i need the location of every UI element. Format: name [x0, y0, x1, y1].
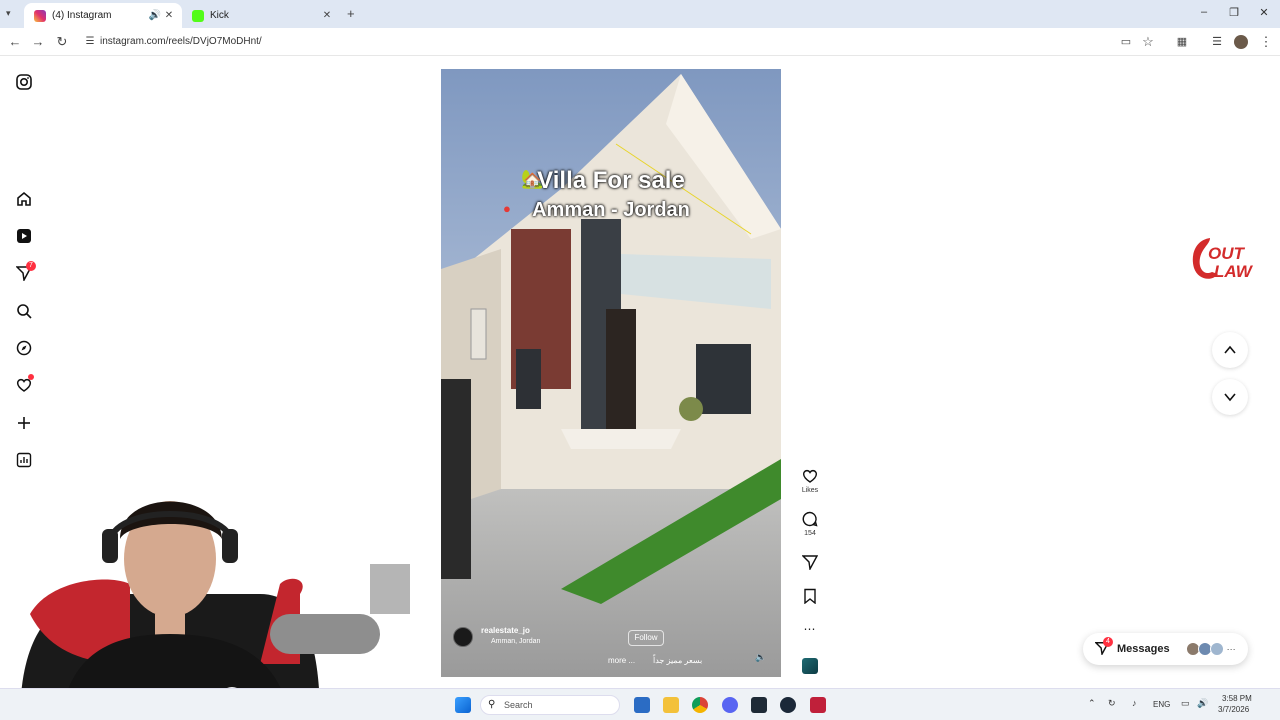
- terminal-icon[interactable]: [751, 697, 767, 713]
- mute-icon[interactable]: 🔈: [755, 652, 766, 663]
- tab-close-icon[interactable]: ✕: [162, 10, 176, 21]
- villa-photo: [441, 69, 781, 677]
- install-app-icon[interactable]: ▭: [1118, 34, 1134, 50]
- taskbar-search[interactable]: ⚲ Search: [480, 695, 620, 715]
- extensions-icon[interactable]: ▦: [1174, 34, 1190, 50]
- reels-icon[interactable]: [14, 226, 34, 246]
- tab-audio-icon[interactable]: 🔊: [148, 10, 162, 21]
- site-info-icon[interactable]: ☰: [82, 34, 98, 50]
- tab-instagram[interactable]: (4) Instagram 🔊 ✕: [24, 3, 182, 28]
- save-action[interactable]: [800, 588, 820, 604]
- message-avatars: [1185, 642, 1224, 656]
- more-options-action[interactable]: ⋯: [800, 622, 820, 636]
- minimize-button[interactable]: –: [1194, 6, 1214, 18]
- share-action[interactable]: [800, 554, 820, 570]
- taskbar-search-icon: ⚲: [488, 699, 496, 710]
- activity-dot: [28, 374, 34, 380]
- more-avatars-icon: ⋯: [1226, 643, 1236, 654]
- bookmark-icon[interactable]: [802, 588, 818, 604]
- next-reel-button[interactable]: [1212, 379, 1248, 415]
- messages-label: Messages: [1117, 643, 1170, 655]
- messages-button[interactable]: 4 Messages ⋯: [1083, 633, 1248, 665]
- chrome-icon[interactable]: [692, 697, 708, 713]
- chevron-up-icon: [1224, 345, 1236, 354]
- create-icon[interactable]: [14, 413, 34, 433]
- audio-track-icon[interactable]: [802, 658, 818, 674]
- bookmark-star-icon[interactable]: ☆: [1140, 34, 1156, 50]
- reel-video[interactable]: Villa For sale Amman - Jordan 🏡 ● reales…: [441, 69, 781, 677]
- reload-icon[interactable]: ↻: [54, 34, 70, 50]
- browser-menu-icon[interactable]: ⋮: [1258, 34, 1274, 50]
- new-tab-button[interactable]: +: [347, 6, 355, 21]
- app-icon[interactable]: [810, 697, 826, 713]
- heart-icon[interactable]: [802, 468, 818, 484]
- reel-location[interactable]: Amman, Jordan: [491, 638, 540, 645]
- likes-label: Likes: [801, 487, 819, 494]
- maximize-button[interactable]: ❐: [1224, 6, 1244, 19]
- steam-icon[interactable]: [780, 697, 796, 713]
- clock-time[interactable]: 3:58 PM: [1222, 694, 1252, 703]
- webcam-overlay: [0, 484, 416, 720]
- browser-tab-bar: ▾ (4) Instagram 🔊 ✕ Kick ✕ + – ❐ ✕: [0, 0, 1280, 28]
- dashboard-icon[interactable]: [14, 450, 34, 470]
- notification-badge: 7: [26, 261, 36, 271]
- taskbar-search-label: Search: [504, 700, 533, 710]
- tab-title: Kick: [210, 10, 229, 21]
- comment-icon[interactable]: [802, 511, 818, 527]
- tray-display-icon[interactable]: ▭: [1181, 698, 1190, 709]
- instagram-logo-icon[interactable]: [14, 72, 34, 92]
- messages-badge: 4: [1103, 637, 1113, 647]
- store-icon[interactable]: [634, 697, 650, 713]
- like-action[interactable]: Likes: [800, 468, 820, 494]
- start-windows-icon[interactable]: [455, 697, 471, 713]
- media-controls-icon[interactable]: ☰: [1209, 34, 1225, 50]
- comments-count: 154: [804, 530, 816, 537]
- tab-close-icon[interactable]: ✕: [320, 10, 334, 21]
- more-icon[interactable]: ⋯: [804, 622, 817, 636]
- tray-chevron-icon[interactable]: ⌃: [1088, 698, 1096, 709]
- chevron-down-icon: [1224, 393, 1236, 402]
- tray-network-icon[interactable]: ↻: [1108, 698, 1116, 709]
- explore-icon[interactable]: [14, 338, 34, 358]
- close-window-button[interactable]: ✕: [1254, 6, 1274, 19]
- messages-send-icon: 4: [1094, 637, 1113, 657]
- previous-reel-button[interactable]: [1212, 332, 1248, 368]
- logo-line1: OUT: [1208, 244, 1246, 263]
- outlaw-logo: OUT LAW: [1192, 238, 1254, 281]
- heart-notifications-icon[interactable]: [14, 374, 34, 395]
- tab-title: (4) Instagram: [52, 10, 112, 21]
- forward-icon[interactable]: →: [30, 34, 46, 50]
- tray-mic-icon[interactable]: ♪: [1132, 698, 1137, 708]
- creator-avatar[interactable]: [453, 627, 473, 647]
- logo-line2: LAW: [1214, 262, 1254, 281]
- reel-caption: بسعر مميز جداً: [653, 656, 703, 665]
- windows-taskbar: ⚲ Search ⌃ ↻ ♪ ENG ▭ 🔊 3:58 PM 3/7/2026: [0, 688, 1280, 720]
- tray-volume-icon[interactable]: 🔊: [1197, 698, 1208, 709]
- share-icon[interactable]: [802, 554, 818, 570]
- instagram-favicon: [34, 9, 46, 22]
- tab-kick[interactable]: Kick ✕: [182, 3, 340, 28]
- reel-title-line2: Amman - Jordan: [532, 199, 690, 221]
- reel-title-line1: Villa For sale: [537, 167, 685, 194]
- language-indicator[interactable]: ENG: [1153, 700, 1170, 709]
- url-field[interactable]: instagram.com/reels/DVjO7MoDHnt/: [100, 34, 262, 50]
- tab-list-chevron-icon[interactable]: ▾: [6, 8, 11, 19]
- home-icon[interactable]: [14, 189, 34, 209]
- direct-messages-icon[interactable]: 7: [14, 261, 36, 283]
- caption-more[interactable]: more ...: [608, 656, 635, 665]
- house-emoji-icon: 🏡: [521, 169, 544, 189]
- comment-action[interactable]: 154: [800, 511, 820, 537]
- search-icon[interactable]: [14, 301, 34, 321]
- discord-icon[interactable]: [722, 697, 738, 713]
- profile-avatar[interactable]: [1234, 35, 1248, 49]
- clock-date[interactable]: 3/7/2026: [1218, 705, 1249, 714]
- audio-thumbnail[interactable]: [800, 658, 820, 674]
- pin-icon: ●: [503, 201, 511, 216]
- creator-username[interactable]: realestate_jo: [481, 626, 530, 635]
- back-icon[interactable]: ←: [7, 34, 23, 50]
- file-explorer-icon[interactable]: [663, 697, 679, 713]
- kick-favicon: [192, 9, 204, 22]
- address-bar-row: ← → ↻ ☰ instagram.com/reels/DVjO7MoDHnt/…: [0, 28, 1280, 56]
- follow-button[interactable]: Follow: [628, 630, 664, 646]
